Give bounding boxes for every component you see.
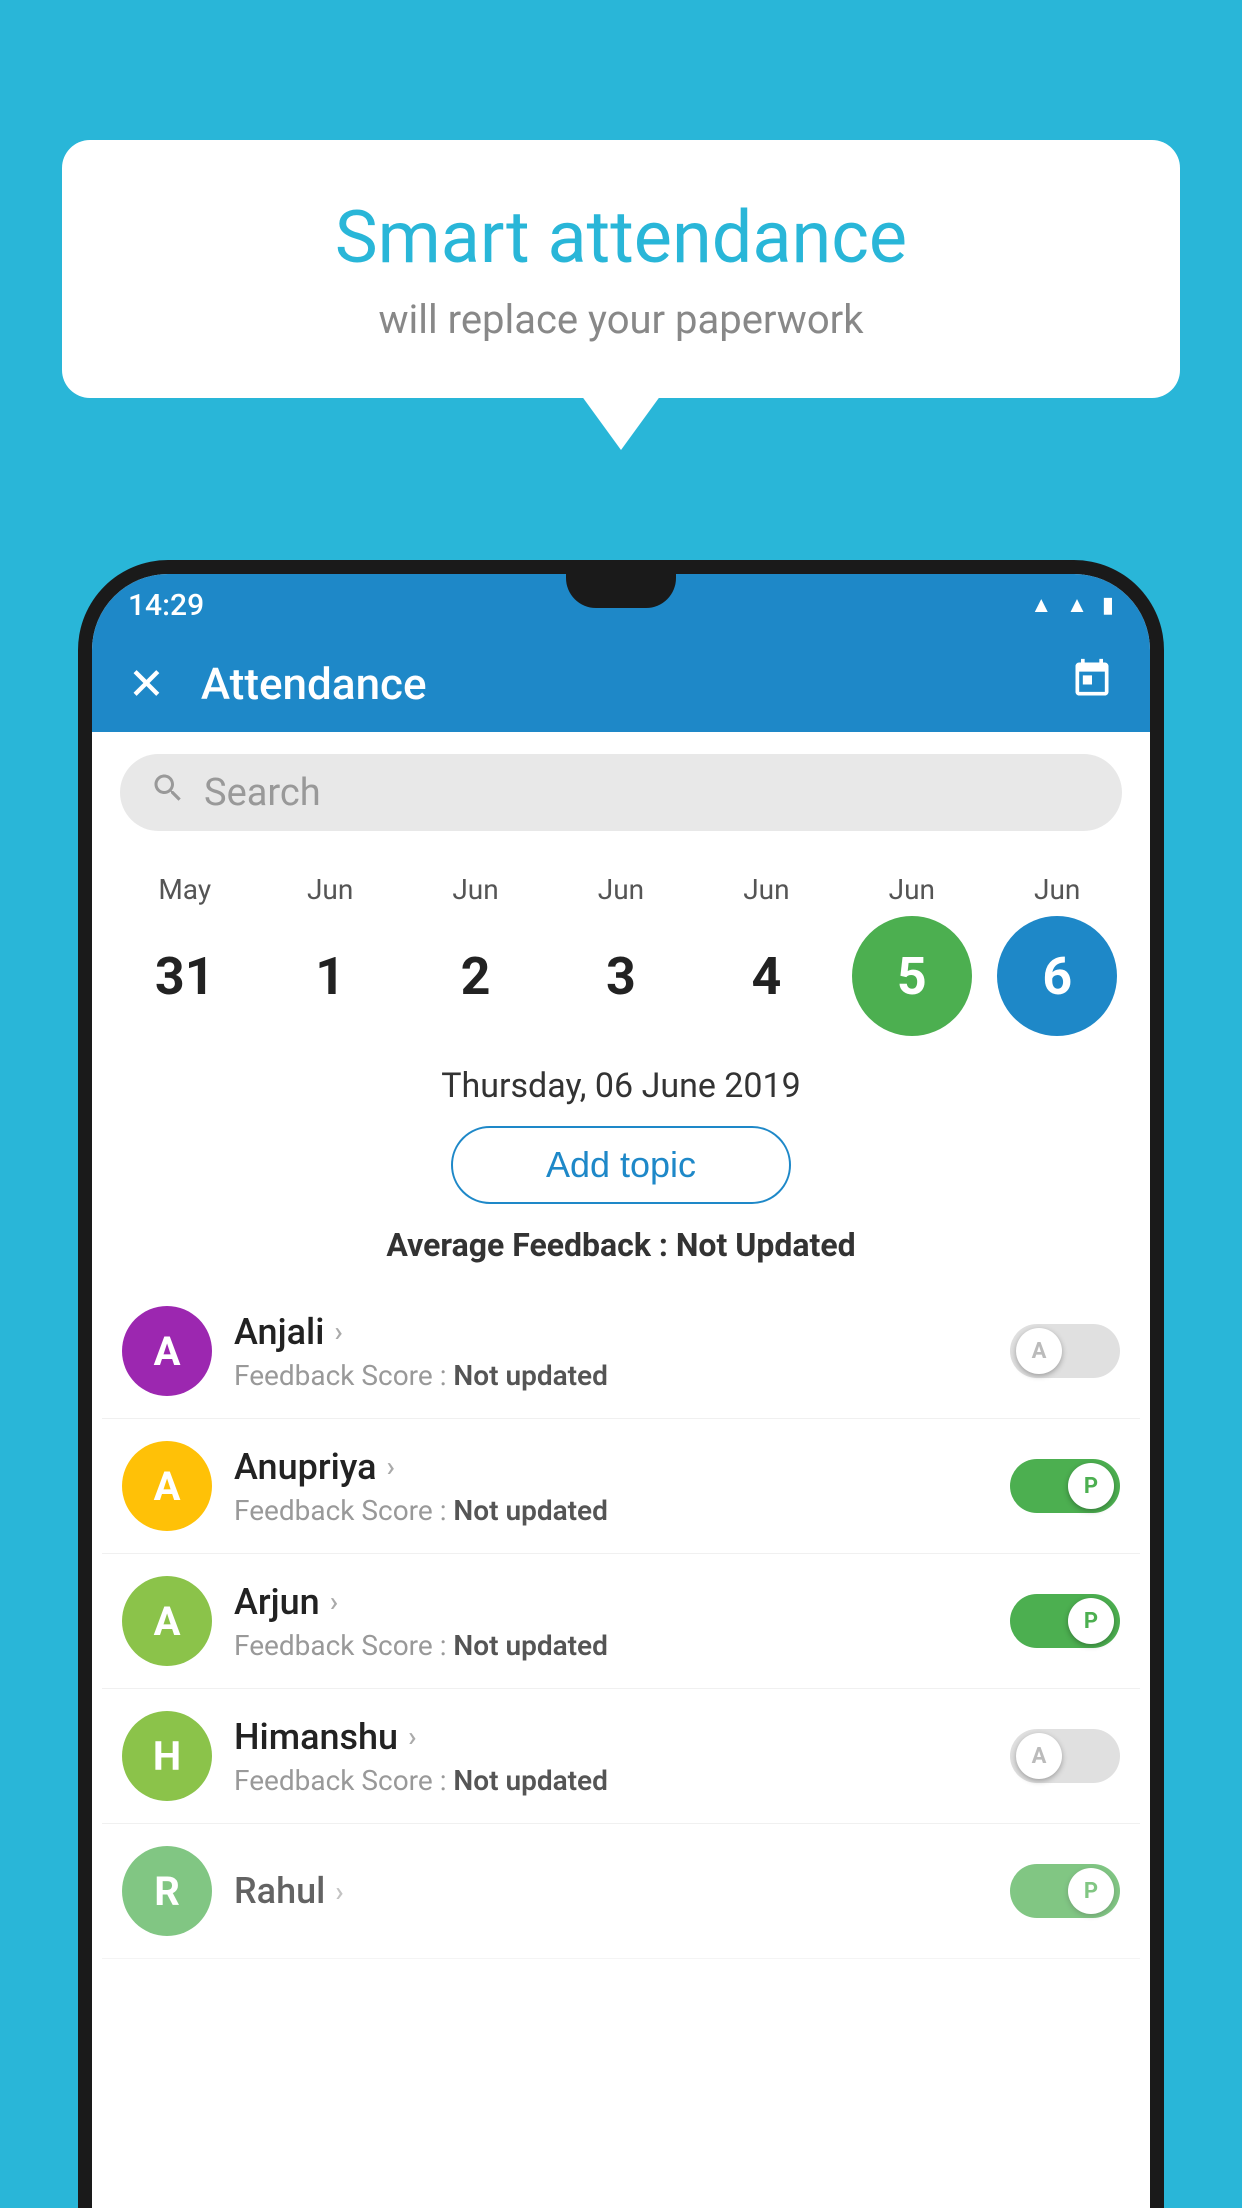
month-3: Jun xyxy=(561,873,681,906)
avg-feedback-value: Not Updated xyxy=(676,1226,856,1264)
status-time: 14:29 xyxy=(128,588,204,623)
phone-frame: 14:29 ▲ ▲ ▮ ✕ Attendance S xyxy=(78,560,1164,2208)
search-icon xyxy=(150,770,186,815)
avatar-anupriya: A xyxy=(122,1441,212,1531)
date-4[interactable]: 4 xyxy=(706,916,826,1036)
calendar: May Jun Jun Jun Jun Jun Jun 31 1 2 3 4 5… xyxy=(92,853,1150,1056)
avatar-himanshu: H xyxy=(122,1711,212,1801)
student-name-himanshu: Himanshu › xyxy=(234,1716,988,1758)
app-bar: ✕ Attendance xyxy=(92,636,1150,732)
student-row-anupriya[interactable]: A Anupriya › Feedback Score : Not update… xyxy=(102,1419,1140,1554)
chevron-icon: › xyxy=(334,1315,342,1348)
chevron-icon: › xyxy=(330,1585,338,1618)
date-31[interactable]: 31 xyxy=(125,916,245,1036)
avg-feedback: Average Feedback : Not Updated xyxy=(92,1226,1150,1264)
date-3[interactable]: 3 xyxy=(561,916,681,1036)
date-2[interactable]: 2 xyxy=(416,916,536,1036)
toggle-anupriya[interactable]: P xyxy=(1010,1459,1120,1513)
student-row-anjali[interactable]: A Anjali › Feedback Score : Not updated … xyxy=(102,1284,1140,1419)
toggle-thumb-himanshu: A xyxy=(1016,1733,1062,1779)
student-name-anjali: Anjali › xyxy=(234,1311,988,1353)
date-6-selected[interactable]: 6 xyxy=(997,916,1117,1036)
avatar-arjun: A xyxy=(122,1576,212,1666)
student-info-anupriya: Anupriya › Feedback Score : Not updated xyxy=(234,1446,988,1527)
feedback-anupriya: Feedback Score : Not updated xyxy=(234,1494,988,1527)
toggle-thumb-arjun: P xyxy=(1068,1598,1114,1644)
chevron-icon: › xyxy=(335,1875,343,1908)
search-bar[interactable]: Search xyxy=(120,754,1122,831)
student-row-rahul[interactable]: R Rahul › P xyxy=(102,1824,1140,1959)
date-1[interactable]: 1 xyxy=(270,916,390,1036)
student-row-arjun[interactable]: A Arjun › Feedback Score : Not updated P xyxy=(102,1554,1140,1689)
toggle-thumb-anjali: A xyxy=(1016,1328,1062,1374)
signal-icon: ▲ xyxy=(1066,592,1088,618)
student-info-rahul: Rahul › xyxy=(234,1870,988,1912)
toggle-arjun[interactable]: P xyxy=(1010,1594,1120,1648)
month-0: May xyxy=(125,873,245,906)
month-row: May Jun Jun Jun Jun Jun Jun xyxy=(112,873,1130,906)
feedback-arjun: Feedback Score : Not updated xyxy=(234,1629,988,1662)
student-info-himanshu: Himanshu › Feedback Score : Not updated xyxy=(234,1716,988,1797)
student-name-arjun: Arjun › xyxy=(234,1581,988,1623)
month-1: Jun xyxy=(270,873,390,906)
student-name-anupriya: Anupriya › xyxy=(234,1446,988,1488)
toggle-thumb-rahul: P xyxy=(1068,1868,1114,1914)
speech-bubble: Smart attendance will replace your paper… xyxy=(62,140,1180,398)
chevron-icon: › xyxy=(387,1450,395,1483)
avatar-anjali: A xyxy=(122,1306,212,1396)
bubble-title: Smart attendance xyxy=(122,195,1120,280)
selected-date-label: Thursday, 06 June 2019 xyxy=(92,1066,1150,1106)
student-info-arjun: Arjun › Feedback Score : Not updated xyxy=(234,1581,988,1662)
month-4: Jun xyxy=(706,873,826,906)
toggle-himanshu[interactable]: A xyxy=(1010,1729,1120,1783)
toggle-anjali[interactable]: A xyxy=(1010,1324,1120,1378)
date-5-today[interactable]: 5 xyxy=(852,916,972,1036)
close-button[interactable]: ✕ xyxy=(128,658,165,710)
avatar-rahul: R xyxy=(122,1846,212,1936)
student-name-rahul: Rahul › xyxy=(234,1870,988,1912)
calendar-icon[interactable] xyxy=(1070,657,1114,712)
toggle-thumb-anupriya: P xyxy=(1068,1463,1114,1509)
notch xyxy=(566,574,676,608)
phone-screen: 14:29 ▲ ▲ ▮ ✕ Attendance S xyxy=(92,574,1150,2208)
add-topic-button[interactable]: Add topic xyxy=(451,1126,791,1204)
feedback-himanshu: Feedback Score : Not updated xyxy=(234,1764,988,1797)
status-icons: ▲ ▲ ▮ xyxy=(1030,592,1114,618)
student-info-anjali: Anjali › Feedback Score : Not updated xyxy=(234,1311,988,1392)
chevron-icon: › xyxy=(408,1720,416,1753)
student-list: A Anjali › Feedback Score : Not updated … xyxy=(92,1284,1150,1959)
avg-feedback-label: Average Feedback : xyxy=(386,1226,675,1264)
date-row: 31 1 2 3 4 5 6 xyxy=(112,916,1130,1056)
toggle-rahul[interactable]: P xyxy=(1010,1864,1120,1918)
feedback-anjali: Feedback Score : Not updated xyxy=(234,1359,988,1392)
battery-icon: ▮ xyxy=(1102,593,1114,618)
month-2: Jun xyxy=(416,873,536,906)
status-bar: 14:29 ▲ ▲ ▮ xyxy=(92,574,1150,636)
search-placeholder: Search xyxy=(204,771,321,815)
bubble-subtitle: will replace your paperwork xyxy=(122,296,1120,343)
month-6: Jun xyxy=(997,873,1117,906)
month-5: Jun xyxy=(852,873,972,906)
wifi-icon: ▲ xyxy=(1030,592,1052,618)
app-bar-title: Attendance xyxy=(201,658,1034,710)
student-row-himanshu[interactable]: H Himanshu › Feedback Score : Not update… xyxy=(102,1689,1140,1824)
